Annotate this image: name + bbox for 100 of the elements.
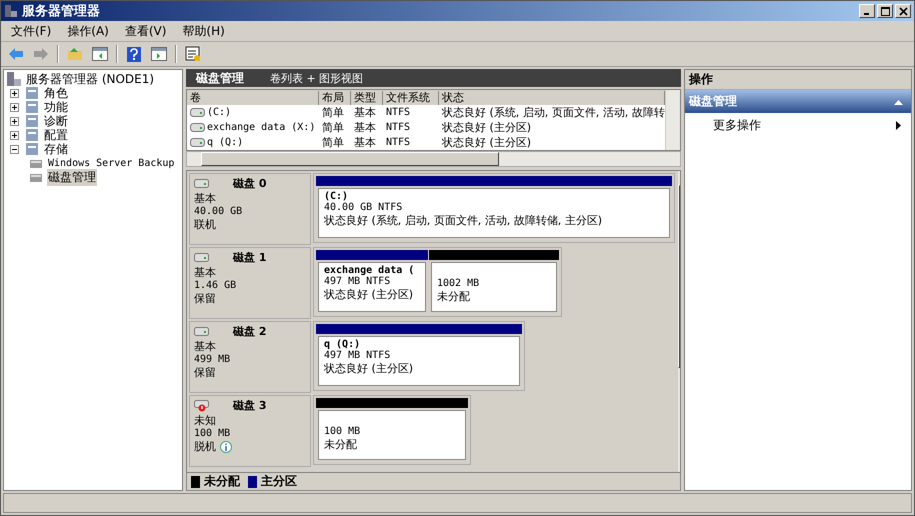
window-title: 服务器管理器 (22, 3, 100, 20)
table-cell-text: 基本 (353, 120, 377, 135)
table-cell-text: 简单 (321, 120, 345, 135)
menu-item[interactable]: 查看(V) (124, 22, 166, 40)
collapse-icon (894, 98, 903, 104)
table-cell-text: 状态良好 (主分区) (441, 120, 532, 135)
help-icon (127, 46, 141, 62)
expander-icon[interactable] (10, 130, 19, 140)
tree-item[interactable]: 角色 (43, 84, 69, 102)
table-cell: (C:) (207, 107, 232, 118)
expander-icon[interactable] (10, 88, 19, 98)
table-cell-text: NTFS (385, 107, 412, 118)
disk-type: 基本 (194, 265, 217, 280)
menu-item[interactable]: 操作(A) (67, 22, 109, 40)
disk-size: 499 MB (194, 354, 232, 365)
tree-node-icon (24, 113, 40, 129)
partition-status: 状态良好 (主分区) (324, 287, 414, 302)
action-item[interactable]: 更多操作 (685, 113, 911, 138)
tree-item[interactable]: 存储 (43, 140, 69, 158)
disk-error-icon (194, 400, 209, 412)
tree-node-icon (24, 127, 40, 143)
disk-type: 未知 (194, 413, 217, 428)
disk-size: 100 MB (194, 428, 232, 439)
show-action-pane-button[interactable] (148, 44, 170, 64)
disk-name: 磁盘 0 (233, 176, 266, 191)
menu-item[interactable]: 文件(F) (11, 22, 52, 40)
disk-status: 联机 (194, 217, 216, 232)
table-cell-text: NTFS (385, 137, 412, 148)
table-cell-text: 状态良好 (系统, 启动, 页面文件, 活动, 故障转 (441, 105, 665, 120)
partition-name: exchange data ( (324, 265, 416, 276)
horizontal-scrollbar[interactable] (186, 151, 681, 167)
partition-status: 状态良好 (主分区) (324, 361, 414, 376)
disk-type: 基本 (194, 191, 217, 206)
table-cell: q (Q:) (207, 137, 244, 148)
disk-status: 保留 (194, 365, 216, 380)
table-cell-text: 简单 (321, 105, 345, 120)
expander-icon[interactable] (10, 116, 19, 126)
submenu-arrow-icon (896, 121, 901, 130)
tree-node-icon (24, 99, 40, 115)
pane-icon (92, 47, 108, 61)
actions-header: 操作 (685, 70, 911, 90)
pane-icon (151, 47, 167, 61)
pane-title: 磁盘管理 (196, 70, 244, 86)
tree-item[interactable]: 功能 (43, 98, 69, 116)
disk-status: 保留 (194, 291, 216, 306)
disk-status: 脱机 (194, 439, 216, 454)
properties-icon (185, 46, 201, 62)
disk-name: 磁盘 2 (233, 324, 266, 339)
right-arrow-icon (33, 47, 49, 61)
table-cell: exchange data (X:) (207, 122, 316, 133)
tree-item[interactable]: 磁盘管理 (47, 168, 97, 186)
vertical-scrollbar[interactable] (665, 90, 680, 150)
drive-icon (190, 123, 205, 132)
disk-size: 1.46 GB (194, 280, 238, 291)
partition-name: q (Q:) (324, 339, 362, 350)
server-icon (4, 4, 18, 18)
disk-size: 40.00 GB (194, 206, 244, 217)
tree-item[interactable]: 诊断 (43, 112, 69, 130)
partition-size: 1002 MB (437, 278, 480, 289)
disk-name: 磁盘 1 (233, 250, 266, 265)
tree-item[interactable]: 配置 (43, 126, 69, 144)
legend-label: 未分配 (204, 473, 240, 490)
tree-node-icon (24, 141, 40, 157)
drive-icon (190, 138, 205, 147)
close-icon (898, 6, 908, 16)
column-header[interactable]: 类型 (351, 90, 383, 104)
expander-icon[interactable] (10, 102, 19, 112)
left-arrow-icon (8, 47, 24, 61)
expander-icon[interactable] (10, 144, 19, 154)
partition-size: 497 MB NTFS (324, 276, 392, 287)
vertical-scrollbar[interactable] (677, 171, 680, 472)
disk-name: 磁盘 3 (233, 398, 266, 413)
partition-name: (C:) (324, 191, 350, 202)
maximize-button[interactable] (877, 4, 893, 18)
tree-item[interactable]: Windows Server Backup (47, 158, 176, 168)
folder-icon (67, 47, 83, 61)
tree-node-icon (24, 85, 40, 101)
tree-item[interactable]: 服务器管理器 (NODE1) (25, 70, 156, 88)
partition-status: 未分配 (437, 289, 471, 304)
partition-size: 40.00 GB NTFS (324, 202, 404, 213)
table-cell-text: 基本 (353, 105, 377, 120)
table-cell-text: 基本 (353, 135, 377, 150)
partition-status: 未分配 (324, 437, 358, 452)
minimize-button[interactable] (859, 4, 875, 18)
table-cell-text: 状态良好 (主分区) (441, 135, 532, 150)
menu-item[interactable]: 帮助(H) (182, 22, 225, 40)
legend-label: 主分区 (261, 473, 297, 490)
show-tree-button[interactable] (89, 44, 111, 64)
table-cell-text: 简单 (321, 135, 345, 150)
column-header[interactable]: 布局 (319, 90, 351, 104)
partition-size: 100 MB (324, 426, 362, 437)
action-section-header[interactable]: 磁盘管理 (685, 90, 911, 113)
disk-type: 基本 (194, 339, 217, 354)
table-cell-text: NTFS (385, 122, 412, 133)
drive-icon (190, 108, 205, 117)
close-button[interactable] (895, 4, 911, 18)
partition-status: 状态良好 (系统, 启动, 页面文件, 活动, 故障转储, 主分区) (324, 213, 604, 228)
column-header[interactable]: 文件系统 (383, 90, 439, 104)
maximize-icon (880, 6, 890, 16)
column-header[interactable]: 卷 (187, 90, 319, 104)
